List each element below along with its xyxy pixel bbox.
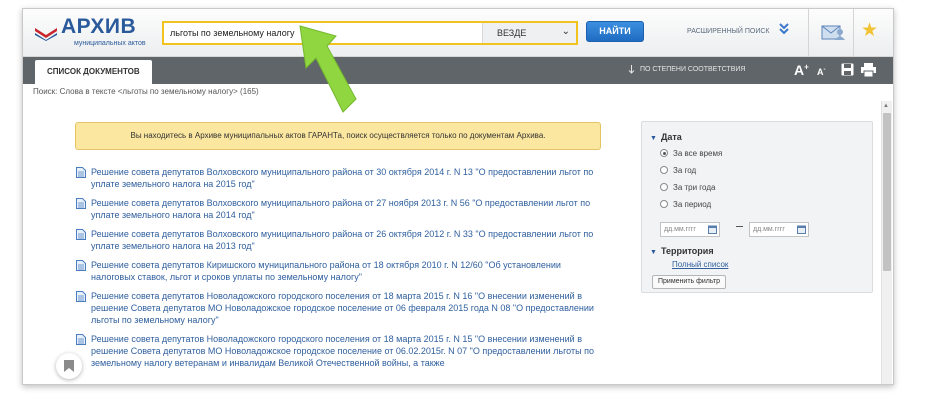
tab-document-list[interactable]: СПИСОК ДОКУМЕНТОВ: [35, 60, 152, 84]
calendar-icon[interactable]: [797, 225, 806, 234]
date-option-three-years[interactable]: За три года: [660, 183, 715, 192]
document-icon: [76, 334, 86, 345]
scroll-up-icon[interactable]: ▲: [883, 103, 889, 109]
app-window: АРХИВ муниципальных актов ВЕЗДЕ ⌄ НАЙТИ …: [22, 8, 894, 385]
result-link[interactable]: Решение совета депутатов Новоладожского …: [91, 290, 603, 326]
apply-filter-button[interactable]: Применить фильтр: [652, 275, 727, 289]
document-icon: [76, 229, 86, 240]
sort-relevance[interactable]: ПО СТЕПЕНИ СООТВЕТСТВИЯ: [640, 66, 745, 73]
radio-label: За период: [673, 200, 712, 209]
date-option-year[interactable]: За год: [660, 166, 696, 175]
font-decrease-button[interactable]: A-: [817, 67, 826, 77]
date-option-period[interactable]: За период: [660, 200, 711, 209]
scope-selected: ВЕЗДЕ: [497, 28, 527, 38]
document-icon: [76, 291, 86, 302]
result-item[interactable]: Решение совета депутатов Новоладожского …: [73, 290, 603, 326]
bookmark-button[interactable]: [56, 353, 82, 379]
bookmark-icon: [64, 360, 74, 372]
date-range-dash: [736, 226, 743, 227]
document-icon: [76, 260, 86, 271]
star-icon[interactable]: ★: [861, 19, 878, 42]
result-link[interactable]: Решение совета депутатов Новоладожского …: [91, 333, 603, 369]
logo-subtitle: муниципальных актов: [74, 40, 146, 47]
date-heading-label: Дата: [660, 132, 682, 142]
logo-title: АРХИВ: [61, 15, 137, 38]
search-query-summary: Поиск: Слова в тексте <льготы по земельн…: [33, 87, 259, 96]
territory-heading-label: Территория: [660, 246, 714, 256]
territory-filter-heading[interactable]: ▼ Территория: [650, 246, 714, 256]
collapse-triangle-icon: ▼: [650, 135, 657, 142]
green-arrow-icon: [299, 25, 357, 113]
header-divider: [853, 9, 854, 57]
date-from-placeholder: дд.мм.гггг: [664, 226, 696, 233]
date-to-field[interactable]: дд.мм.гггг: [749, 222, 809, 237]
arrow-down-icon: [628, 65, 635, 74]
date-to-placeholder: дд.мм.гггг: [753, 226, 785, 233]
document-icon: [76, 198, 86, 209]
radio-label: За год: [673, 166, 697, 175]
printer-icon[interactable]: [861, 63, 876, 77]
mail-user-icon[interactable]: [821, 23, 845, 41]
result-item[interactable]: Решение совета депутатов Волховского мун…: [73, 197, 603, 221]
find-button[interactable]: НАЙТИ: [586, 21, 644, 42]
chevron-down-icon: ⌄: [561, 26, 570, 37]
save-icon[interactable]: [841, 63, 854, 76]
date-filter-heading[interactable]: ▼ Дата: [650, 132, 682, 142]
toolbar: СПИСОК ДОКУМЕНТОВ ПО СТЕПЕНИ СООТВЕТСТВИ…: [23, 57, 893, 84]
date-option-all-time[interactable]: За все время: [660, 149, 722, 158]
full-list-link[interactable]: Полный список: [672, 260, 728, 269]
font-increase-sign: +: [804, 62, 809, 72]
search-bar: ВЕЗДЕ ⌄: [162, 21, 578, 45]
advanced-search-link[interactable]: РАСШИРЕННЫЙ ПОИСК: [687, 28, 769, 35]
result-link[interactable]: Решение совета депутатов Волховского мун…: [91, 228, 603, 252]
radio-label: За три года: [673, 183, 716, 192]
calendar-icon[interactable]: [708, 225, 717, 234]
font-decrease-sign: -: [823, 67, 826, 73]
radio-button[interactable]: [660, 166, 668, 174]
radio-button[interactable]: [660, 149, 668, 157]
radio-button[interactable]: [660, 183, 668, 191]
result-item[interactable]: Решение совета депутатов Киришского муни…: [73, 259, 603, 283]
result-link[interactable]: Решение совета депутатов Киришского муни…: [91, 259, 603, 283]
logo-mark-icon: [35, 28, 57, 41]
result-link[interactable]: Решение совета депутатов Волховского мун…: [91, 197, 603, 221]
result-item[interactable]: Решение совета депутатов Новоладожского …: [73, 333, 603, 369]
radio-label: За все время: [673, 149, 723, 158]
radio-button[interactable]: [660, 200, 668, 208]
filter-panel: ▼ Дата За все время За год За три года За…: [641, 121, 873, 293]
header: АРХИВ муниципальных актов ВЕЗДЕ ⌄ НАЙТИ …: [23, 9, 893, 57]
result-item[interactable]: Решение совета депутатов Волховского мун…: [73, 166, 603, 190]
result-item[interactable]: Решение совета депутатов Волховского мун…: [73, 228, 603, 252]
scrollbar[interactable]: ▲: [881, 101, 892, 384]
double-chevron-down-icon[interactable]: [779, 23, 789, 35]
archive-notice: Вы находитесь в Архиве муниципальных акт…: [75, 122, 601, 150]
font-increase-letter: A: [794, 62, 805, 78]
font-increase-button[interactable]: A+: [794, 62, 809, 78]
result-link[interactable]: Решение совета депутатов Волховского мун…: [91, 166, 603, 190]
results-list: Решение совета депутатов Волховского мун…: [73, 166, 603, 376]
scrollbar-thumb[interactable]: [883, 113, 891, 271]
collapse-triangle-icon: ▼: [650, 249, 657, 256]
scope-select[interactable]: ВЕЗДЕ ⌄: [482, 23, 576, 43]
header-divider: [808, 9, 809, 57]
document-icon: [76, 167, 86, 178]
date-from-field[interactable]: дд.мм.гггг: [660, 222, 720, 237]
